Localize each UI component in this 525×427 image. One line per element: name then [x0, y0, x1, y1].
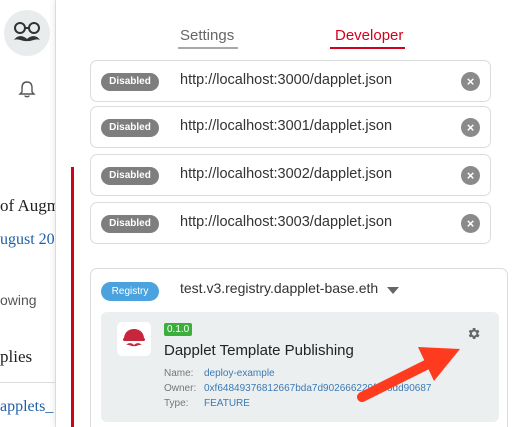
registry-name[interactable]: test.v3.registry.dapplet-base.eth — [180, 280, 378, 296]
tab-bar: Settings Developer — [56, 0, 525, 55]
mustache-avatar-icon[interactable] — [4, 10, 50, 56]
tab-developer[interactable]: Developer — [330, 27, 405, 49]
extension-sidebar — [0, 0, 55, 115]
version-badge: 0.1.0 — [164, 323, 193, 336]
provider-url: http://localhost:3000/dapplet.json — [180, 72, 393, 88]
tab-settings-underline — [178, 47, 238, 49]
close-icon[interactable]: × — [461, 214, 480, 233]
dapplet-logo-icon — [117, 322, 151, 356]
background-text: of Augm — [0, 196, 60, 215]
status-badge[interactable]: Disabled — [101, 167, 159, 185]
bell-icon[interactable] — [17, 79, 37, 99]
close-icon[interactable]: × — [461, 166, 480, 185]
developer-panel: Settings Developer Disabled http://local… — [56, 0, 525, 427]
status-badge[interactable]: Disabled — [101, 119, 159, 137]
meta-label: Name: — [164, 368, 194, 379]
background-text: owing — [0, 292, 37, 308]
close-icon[interactable]: × — [461, 118, 480, 137]
active-indicator-bar — [71, 167, 74, 427]
meta-name-row: Name: deploy-example — [164, 368, 275, 379]
tab-settings[interactable]: Settings — [178, 27, 238, 49]
background-text: plies — [0, 347, 33, 366]
gear-icon[interactable] — [466, 326, 481, 341]
meta-label: Owner: — [164, 383, 197, 394]
meta-value: FEATURE — [204, 398, 250, 409]
status-badge[interactable]: Disabled — [101, 215, 159, 233]
provider-row: Disabled http://localhost:3002/dapplet.j… — [90, 154, 491, 196]
registry-badge: Registry — [101, 282, 159, 301]
provider-url: http://localhost:3001/dapplet.json — [180, 118, 393, 134]
provider-row: Disabled http://localhost:3000/dapplet.j… — [90, 60, 491, 102]
close-icon[interactable]: × — [461, 72, 480, 91]
provider-row: Disabled http://localhost:3001/dapplet.j… — [90, 106, 491, 148]
provider-url: http://localhost:3002/dapplet.json — [180, 166, 393, 182]
background-link: ugust 20 — [0, 231, 55, 248]
background-divider — [0, 382, 60, 383]
arrow-annotation — [357, 347, 460, 402]
provider-row: Disabled http://localhost:3003/dapplet.j… — [90, 202, 491, 244]
meta-label: Type: — [164, 398, 189, 409]
meta-type-row: Type: FEATURE — [164, 398, 250, 409]
tab-settings-label: Settings — [180, 27, 235, 44]
developer-content: Disabled http://localhost:3000/dapplet.j… — [56, 60, 525, 427]
tab-developer-underline — [330, 47, 405, 49]
background-link: applets_ — [0, 398, 54, 415]
dapplet-title: Dapplet Template Publishing — [164, 342, 354, 359]
tab-developer-label: Developer — [335, 27, 404, 44]
dropdown-caret-icon[interactable] — [387, 287, 399, 294]
status-badge[interactable]: Disabled — [101, 73, 159, 91]
meta-value: deploy-example — [204, 368, 275, 379]
provider-url: http://localhost:3003/dapplet.json — [180, 214, 393, 230]
